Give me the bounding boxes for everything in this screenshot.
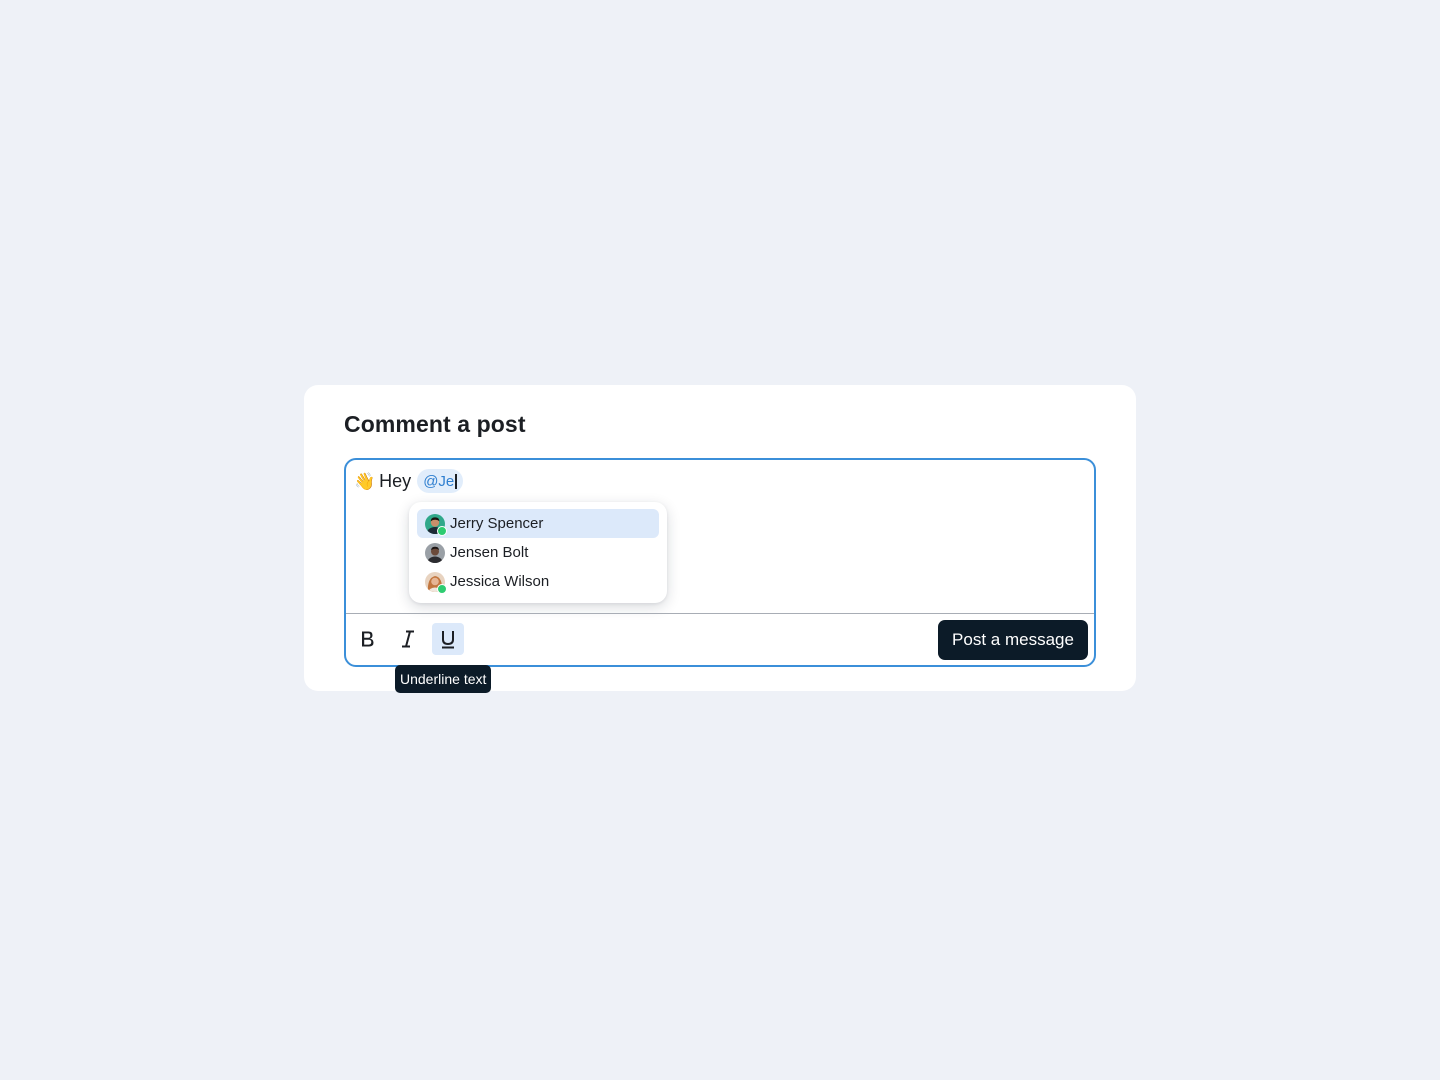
comment-editor[interactable]: 👋 Hey @Je Jerry Spencer Jensen Bolt Jess… [344, 458, 1096, 667]
mention-option-jensen-bolt[interactable]: Jensen Bolt [417, 538, 659, 567]
editor-content[interactable]: 👋 Hey @Je [354, 468, 1086, 494]
mention-option-label: Jerry Spencer [450, 515, 544, 532]
online-status-dot [437, 525, 447, 536]
underline-icon [442, 631, 454, 649]
avatar-jensen-icon [425, 542, 445, 563]
waving-hand-icon: 👋 [354, 471, 376, 491]
mention-dropdown: Jerry Spencer Jensen Bolt Jessica Wilson [409, 502, 667, 603]
mention-text: @Je [423, 472, 455, 490]
card-title: Comment a post [344, 411, 526, 437]
post-message-button[interactable]: Post a message [938, 620, 1088, 660]
italic-icon [402, 630, 414, 648]
bold-icon [362, 631, 374, 647]
mention-option-label: Jensen Bolt [450, 544, 529, 561]
online-status-dot [437, 583, 447, 594]
avatar-jerry-icon [425, 513, 447, 536]
underline-button[interactable] [432, 623, 464, 655]
mention-option-jessica-wilson[interactable]: Jessica Wilson [417, 567, 659, 596]
italic-button[interactable] [392, 623, 424, 655]
editor-toolbar: Post a message [346, 613, 1094, 665]
comment-card: Comment a post 👋 Hey @Je Jerry Spencer J… [304, 385, 1136, 693]
avatar-jessica-icon [425, 571, 447, 594]
bold-button[interactable] [352, 623, 384, 655]
mention-option-label: Jessica Wilson [450, 573, 550, 590]
mention-option-jerry-spencer[interactable]: Jerry Spencer [417, 509, 659, 538]
greeting-text: Hey [379, 470, 412, 491]
mention-chip[interactable]: @Je [417, 469, 463, 493]
text-caret [455, 473, 457, 489]
underline-tooltip: Underline text [395, 665, 492, 693]
